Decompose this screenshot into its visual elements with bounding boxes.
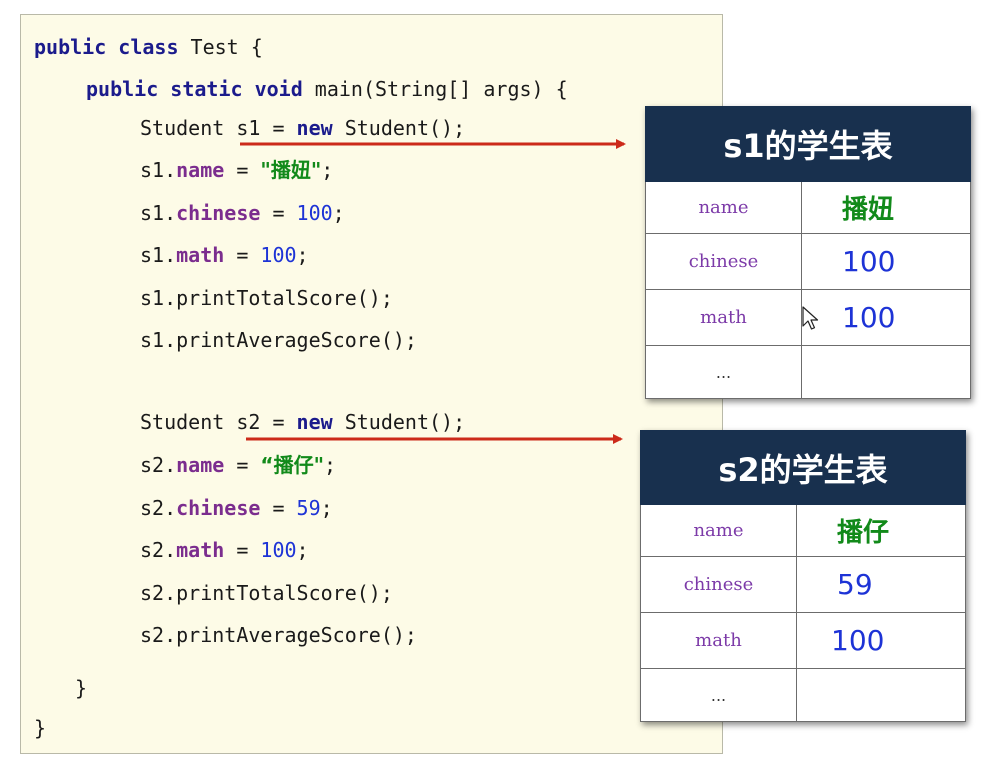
table-value-empty (802, 346, 971, 399)
s2-average-call: s2.printAverageScore(); (140, 623, 417, 647)
table-value-empty (797, 669, 966, 722)
method-close-brace: } (75, 676, 88, 700)
table-key-chinese: chinese (645, 234, 802, 290)
s2-total-call: s2.printTotalScore(); (140, 581, 393, 605)
table-value-math: 100 (802, 290, 971, 346)
table-value-chinese: 100 (802, 234, 971, 290)
s2-student-table: s2的学生表 name 播仔 chinese 59 math 100 ... (640, 430, 966, 722)
table-key-ellipsis: ... (645, 346, 802, 399)
table-value-name: 播仔 (797, 505, 966, 557)
s1-name-line: s1.name = "播妞"; (140, 158, 334, 182)
class-close-brace: } (34, 716, 47, 740)
table-title: s1的学生表 (645, 106, 971, 182)
table-key-math: math (645, 290, 802, 346)
code-panel: public class Test { public static void m… (20, 14, 723, 754)
table-value-math: 100 (797, 613, 966, 669)
table-key-ellipsis: ... (640, 669, 797, 722)
table-title: s2的学生表 (640, 430, 966, 505)
table-key-chinese: chinese (640, 557, 797, 613)
s1-chinese-line: s1.chinese = 100; (140, 201, 345, 225)
class-declaration: public class Test { (34, 35, 263, 59)
table-key-math: math (640, 613, 797, 669)
main-declaration: public static void main(String[] args) { (86, 77, 568, 101)
s1-student-table: s1的学生表 name 播妞 chinese 100 math 100 ... (645, 106, 971, 399)
s2-chinese-line: s2.chinese = 59; (140, 496, 333, 520)
s1-new-line: Student s1 = new Student(); (140, 116, 466, 140)
s1-total-call: s1.printTotalScore(); (140, 286, 393, 310)
s1-average-call: s1.printAverageScore(); (140, 328, 417, 352)
table-value-chinese: 59 (797, 557, 966, 613)
s2-new-line: Student s2 = new Student(); (140, 410, 466, 434)
s1-math-line: s1.math = 100; (140, 243, 309, 267)
s2-math-line: s2.math = 100; (140, 538, 309, 562)
table-value-name: 播妞 (802, 182, 971, 234)
table-key-name: name (645, 182, 802, 234)
s2-name-line: s2.name = “播仔"; (140, 453, 337, 477)
table-key-name: name (640, 505, 797, 557)
mouse-pointer-icon (802, 306, 819, 330)
